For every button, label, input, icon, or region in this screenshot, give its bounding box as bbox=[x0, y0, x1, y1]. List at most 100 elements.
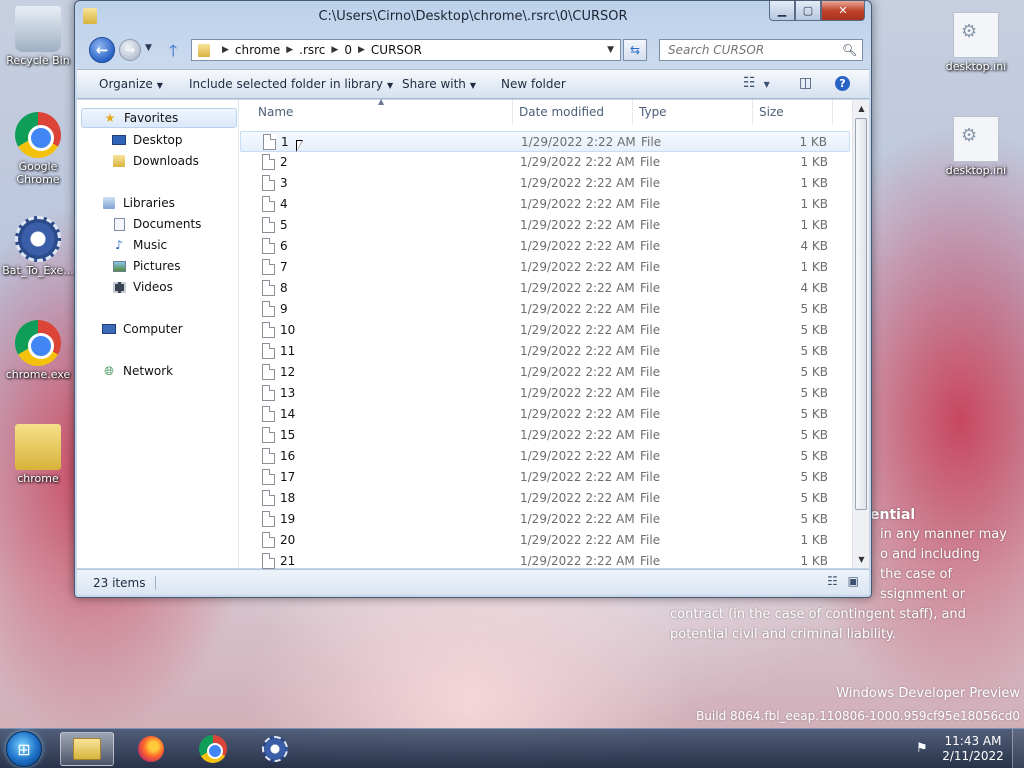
file-row[interactable]: 3 1/29/2022 2:22 AM File 1 KB bbox=[240, 173, 850, 194]
change-view-button[interactable]: ☷ ▼ bbox=[743, 75, 770, 91]
scroll-up-icon[interactable]: ▲ bbox=[853, 100, 870, 117]
up-button[interactable]: 🡑 bbox=[169, 40, 177, 67]
file-row[interactable]: 11 1/29/2022 2:22 AM File 5 KB bbox=[240, 341, 850, 362]
file-row[interactable]: 9 1/29/2022 2:22 AM File 5 KB bbox=[240, 299, 850, 320]
minimize-button[interactable]: ▁ bbox=[769, 1, 795, 21]
nav-pictures[interactable]: Pictures bbox=[111, 256, 181, 276]
file-size: 5 KB bbox=[800, 491, 828, 505]
search-icon[interactable]: 🔍︎ bbox=[842, 43, 862, 57]
desktop-icon-desktop-ini[interactable]: desktop.ini bbox=[940, 12, 1012, 73]
desktop-icon-chrome-folder[interactable]: chrome bbox=[2, 424, 74, 485]
nav-favorites[interactable]: ★ Favorites bbox=[81, 108, 237, 128]
chevron-down-icon[interactable]: ▼ bbox=[607, 45, 614, 55]
scroll-down-icon[interactable]: ▼ bbox=[853, 551, 870, 568]
organize-menu[interactable]: Organize ▼ bbox=[99, 77, 163, 91]
nav-downloads[interactable]: Downloads bbox=[111, 151, 199, 171]
file-row[interactable]: 2 1/29/2022 2:22 AM File 1 KB bbox=[240, 152, 850, 173]
breadcrumb-cursor[interactable]: CURSOR bbox=[371, 43, 422, 57]
title-bar[interactable]: C:\Users\Cirno\Desktop\chrome\.rsrc\0\CU… bbox=[75, 1, 871, 33]
nav-network[interactable]: 🌐︎ Network bbox=[101, 361, 173, 381]
file-row[interactable]: 4 1/29/2022 2:22 AM File 1 KB bbox=[240, 194, 850, 215]
start-button[interactable]: ⊞ bbox=[6, 731, 42, 767]
breadcrumb-separator-icon[interactable]: ▶ bbox=[358, 45, 365, 55]
nav-desktop[interactable]: Desktop bbox=[111, 130, 183, 150]
file-name: 2 bbox=[280, 155, 288, 169]
file-row[interactable]: 20 1/29/2022 2:22 AM File 1 KB bbox=[240, 530, 850, 551]
breadcrumb-separator-icon[interactable]: ▶ bbox=[331, 45, 338, 55]
settings-file-icon bbox=[953, 12, 999, 58]
action-center-icon[interactable]: ⚑ bbox=[916, 741, 928, 756]
desktop-icon-recycle-bin[interactable]: Recycle Bin bbox=[2, 6, 74, 67]
file-row[interactable]: 12 1/29/2022 2:22 AM File 5 KB bbox=[240, 362, 850, 383]
forward-button[interactable]: → bbox=[119, 39, 141, 61]
breadcrumb-separator-icon[interactable]: ▶ bbox=[286, 45, 293, 55]
desktop-icon-label: Bat_To_Exe... bbox=[2, 264, 74, 277]
column-header-name[interactable]: Name bbox=[252, 100, 513, 124]
desktop-icon bbox=[111, 133, 127, 147]
file-name: 5 bbox=[280, 218, 288, 232]
desktop-icon-bat-to-exe[interactable]: Bat_To_Exe... bbox=[2, 216, 74, 277]
close-button[interactable]: ✕ bbox=[821, 1, 865, 21]
file-row[interactable]: 17 1/29/2022 2:22 AM File 5 KB bbox=[240, 467, 850, 488]
file-date-modified: 1/29/2022 2:22 AM bbox=[520, 512, 635, 526]
file-type: File bbox=[640, 449, 661, 463]
file-name: 7 bbox=[280, 260, 288, 274]
file-row[interactable]: 19 1/29/2022 2:22 AM File 5 KB bbox=[240, 509, 850, 530]
show-desktop-button[interactable] bbox=[1012, 729, 1024, 768]
taskbar-chrome[interactable] bbox=[186, 732, 240, 766]
file-name: 4 bbox=[280, 197, 288, 211]
breadcrumb-0[interactable]: 0 bbox=[344, 43, 352, 57]
search-input[interactable] bbox=[660, 43, 842, 57]
desktop-icon-google-chrome[interactable]: Google Chrome bbox=[2, 112, 74, 186]
column-header-date-modified[interactable]: Date modified bbox=[513, 100, 633, 124]
desktop-icon-desktop-ini-2[interactable]: desktop.ini bbox=[940, 116, 1012, 177]
nav-videos[interactable]: Videos bbox=[111, 277, 173, 297]
include-in-library-menu[interactable]: Include selected folder in library ▼ bbox=[189, 77, 393, 91]
file-row[interactable]: 8 1/29/2022 2:22 AM File 4 KB bbox=[240, 278, 850, 299]
large-icons-view-icon[interactable]: ▣ bbox=[848, 574, 859, 588]
file-row[interactable]: 18 1/29/2022 2:22 AM File 5 KB bbox=[240, 488, 850, 509]
file-row[interactable]: 5 1/29/2022 2:22 AM File 1 KB bbox=[240, 215, 850, 236]
nav-computer[interactable]: Computer bbox=[101, 319, 183, 339]
maximize-button[interactable]: ▢ bbox=[795, 1, 821, 21]
taskbar-explorer[interactable] bbox=[60, 732, 114, 766]
breadcrumb-rsrc[interactable]: .rsrc bbox=[299, 43, 325, 57]
new-folder-button[interactable]: New folder bbox=[501, 77, 566, 91]
column-header-type[interactable]: Type bbox=[633, 100, 753, 124]
file-row[interactable]: 13 1/29/2022 2:22 AM File 5 KB bbox=[240, 383, 850, 404]
taskbar-firefox[interactable] bbox=[124, 732, 178, 766]
file-row[interactable]: 7 1/29/2022 2:22 AM File 1 KB bbox=[240, 257, 850, 278]
file-size: 1 KB bbox=[800, 218, 828, 232]
file-row[interactable]: 1 1/29/2022 2:22 AM File 1 KB bbox=[240, 131, 850, 152]
vertical-scrollbar[interactable]: ▲ ▼ bbox=[852, 100, 869, 568]
help-button[interactable]: ? bbox=[835, 75, 850, 91]
address-bar[interactable]: ▶ chrome ▶ .rsrc ▶ 0 ▶ CURSOR ▼ bbox=[191, 39, 621, 61]
file-row[interactable]: 14 1/29/2022 2:22 AM File 5 KB bbox=[240, 404, 850, 425]
firefox-icon bbox=[138, 736, 164, 762]
nav-libraries[interactable]: Libraries bbox=[101, 193, 175, 213]
recent-pages-dropdown[interactable]: ▼ bbox=[145, 43, 152, 53]
system-clock[interactable]: 11:43 AM 2/11/2022 bbox=[940, 734, 1006, 764]
breadcrumb-chrome[interactable]: chrome bbox=[235, 43, 280, 57]
nav-documents[interactable]: Documents bbox=[111, 214, 201, 234]
back-button[interactable]: ← bbox=[89, 37, 115, 63]
details-view-icon[interactable]: ☷ bbox=[827, 574, 838, 588]
refresh-button[interactable]: ⇆ bbox=[623, 39, 647, 61]
file-icon bbox=[262, 553, 275, 569]
file-icon bbox=[263, 134, 276, 150]
taskbar-bat-to-exe[interactable] bbox=[248, 732, 302, 766]
nav-music[interactable]: ♪ Music bbox=[111, 235, 167, 255]
file-row[interactable]: 15 1/29/2022 2:22 AM File 5 KB bbox=[240, 425, 850, 446]
file-row[interactable]: 16 1/29/2022 2:22 AM File 5 KB bbox=[240, 446, 850, 467]
desktop-icon-label: desktop.ini bbox=[945, 164, 1007, 177]
share-with-menu[interactable]: Share with ▼ bbox=[402, 77, 476, 91]
column-header-size[interactable]: Size bbox=[753, 100, 833, 124]
scrollbar-thumb[interactable] bbox=[855, 118, 867, 510]
arrow-up-icon: 🡑 bbox=[169, 41, 178, 60]
file-row[interactable]: 10 1/29/2022 2:22 AM File 5 KB bbox=[240, 320, 850, 341]
desktop-icon-chrome-exe[interactable]: chrome.exe bbox=[2, 320, 74, 381]
breadcrumb-separator-icon[interactable]: ▶ bbox=[222, 45, 229, 55]
search-box[interactable]: 🔍︎ bbox=[659, 39, 863, 61]
preview-pane-button[interactable]: ◫ bbox=[799, 75, 812, 91]
file-row[interactable]: 6 1/29/2022 2:22 AM File 4 KB bbox=[240, 236, 850, 257]
